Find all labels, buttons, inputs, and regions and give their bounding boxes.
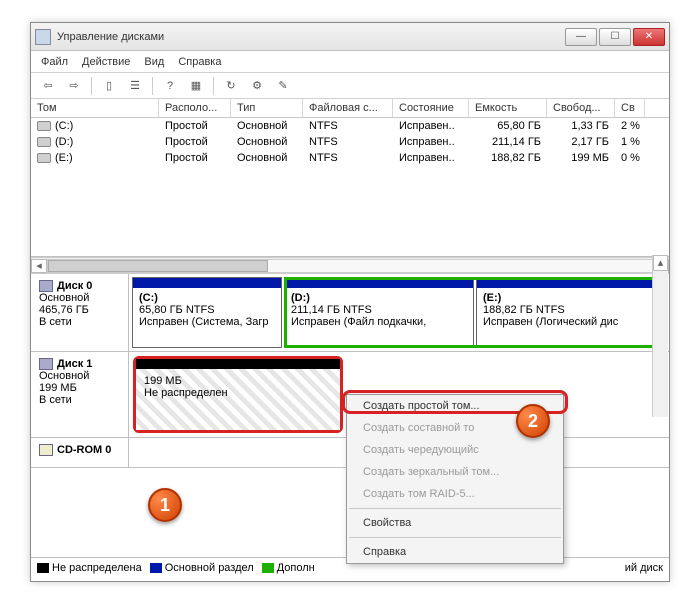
window-title: Управление дисками <box>57 31 565 43</box>
vertical-scrollbar[interactable]: ▴ <box>652 255 668 417</box>
list-icon[interactable]: ☰ <box>124 75 146 97</box>
col-pct[interactable]: Св <box>615 99 645 117</box>
back-icon[interactable]: ⇦ <box>37 75 59 97</box>
wizard-icon[interactable]: ✎ <box>272 75 294 97</box>
grid-icon[interactable]: ▦ <box>185 75 207 97</box>
partition[interactable]: (D:)211,14 ГБ NTFSИсправен (Файл подкачк… <box>284 277 474 348</box>
legend-unalloc-icon <box>37 563 49 573</box>
close-button[interactable]: ✕ <box>633 28 665 46</box>
volume-row[interactable]: (C:) Простой Основной NTFS Исправен.. 65… <box>31 118 669 134</box>
partition[interactable]: (E:)188,82 ГБ NTFSИсправен (Логический д… <box>476 277 666 348</box>
forward-icon[interactable]: ⇨ <box>63 75 85 97</box>
scroll-thumb[interactable] <box>48 260 268 272</box>
toolbar: ⇦ ⇨ ▯ ☰ ? ▦ ↻ ⚙ ✎ <box>31 73 669 99</box>
annotation-badge-2: 2 <box>516 404 550 438</box>
volume-row[interactable]: (D:) Простой Основной NTFS Исправен.. 21… <box>31 134 669 150</box>
menu-file[interactable]: Файл <box>41 56 68 68</box>
volume-row[interactable]: (E:) Простой Основной NTFS Исправен.. 18… <box>31 150 669 166</box>
col-type[interactable]: Тип <box>231 99 303 117</box>
scroll-left-icon[interactable]: ◂ <box>31 259 47 273</box>
disk-header[interactable]: CD-ROM 0 <box>31 438 129 467</box>
settings-icon[interactable]: ⚙ <box>246 75 268 97</box>
legend-ext-icon <box>262 563 274 573</box>
ctx-create-striped-volume: Создать чередующийс <box>347 439 563 461</box>
app-icon <box>35 29 51 45</box>
minimize-button[interactable]: — <box>565 28 597 46</box>
drive-icon <box>37 121 51 131</box>
ctx-help[interactable]: Справка <box>347 541 563 563</box>
scroll-up-icon[interactable]: ▴ <box>653 255 668 271</box>
col-free[interactable]: Свобод... <box>547 99 615 117</box>
ctx-create-raid5-volume: Создать том RAID-5... <box>347 483 563 505</box>
menu-action[interactable]: Действие <box>82 56 130 68</box>
ctx-create-mirror-volume: Создать зеркальный том... <box>347 461 563 483</box>
refresh-icon[interactable]: ↻ <box>220 75 242 97</box>
col-layout[interactable]: Располо... <box>159 99 231 117</box>
disk-row: Диск 0 Основной 465,76 ГБ В сети (C:)65,… <box>31 274 669 352</box>
help-icon[interactable]: ? <box>159 75 181 97</box>
col-fs[interactable]: Файловая с... <box>303 99 393 117</box>
column-headers: Том Располо... Тип Файловая с... Состоян… <box>31 99 669 118</box>
drive-icon <box>37 137 51 147</box>
col-volume[interactable]: Том <box>31 99 159 117</box>
drive-icon <box>37 153 51 163</box>
partition[interactable]: (C:)65,80 ГБ NTFSИсправен (Система, Загр <box>132 277 282 348</box>
disk-icon <box>39 280 53 292</box>
col-state[interactable]: Состояние <box>393 99 469 117</box>
col-capacity[interactable]: Емкость <box>469 99 547 117</box>
titlebar[interactable]: Управление дисками — ☐ ✕ <box>31 23 669 51</box>
legend-primary-icon <box>150 563 162 573</box>
menubar: Файл Действие Вид Справка <box>31 51 669 73</box>
menu-view[interactable]: Вид <box>144 56 164 68</box>
disk-icon <box>39 358 53 370</box>
cdrom-icon <box>39 444 53 456</box>
unallocated-space[interactable]: 199 МБ Не распределен <box>133 356 343 433</box>
horizontal-scrollbar[interactable]: ◂ ▸ <box>31 257 669 273</box>
disk-header[interactable]: Диск 1 Основной 199 МБ В сети <box>31 352 129 437</box>
annotation-badge-1: 1 <box>148 488 182 522</box>
volume-list: Том Располо... Тип Файловая с... Состоян… <box>31 99 669 257</box>
panel-icon[interactable]: ▯ <box>98 75 120 97</box>
maximize-button[interactable]: ☐ <box>599 28 631 46</box>
disk-header[interactable]: Диск 0 Основной 465,76 ГБ В сети <box>31 274 129 351</box>
ctx-properties[interactable]: Свойства <box>347 512 563 534</box>
menu-help[interactable]: Справка <box>178 56 221 68</box>
